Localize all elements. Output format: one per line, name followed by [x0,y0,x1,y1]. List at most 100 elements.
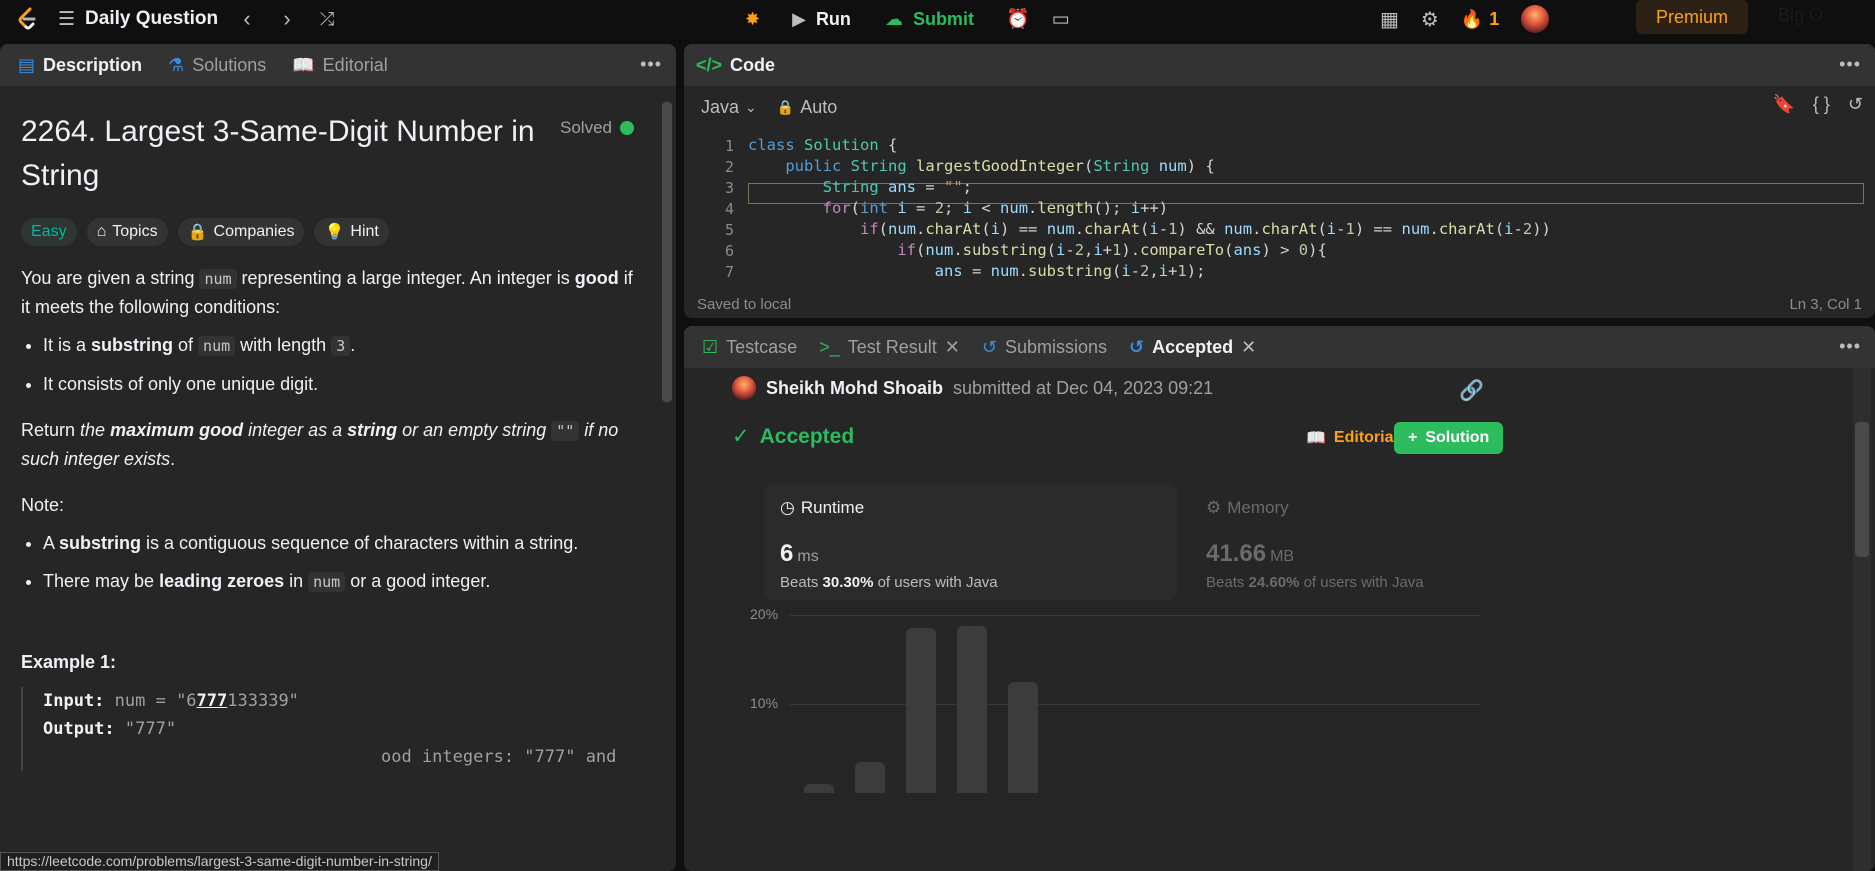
daily-question-button[interactable]: ☰ Daily Question [58,8,218,31]
editorial-label: Editorial [1333,429,1398,446]
list-item: A substring is a contiguous sequence of … [43,529,635,557]
daily-question-label: Daily Question [85,8,219,29]
description-body: 2264. Largest 3-Same-Digit Number in Str… [0,86,656,871]
topics-label: Topics [112,223,158,240]
y-tick-label: 20% [750,606,779,622]
shuffle-icon[interactable]: ⤮ [316,9,338,30]
tab-test-result[interactable]: >_ Test Result ✕ [819,337,960,358]
code-editor[interactable]: 1 2 3 4 5 6 7 class Solution { public St… [684,132,1875,292]
tab-accepted[interactable]: ↺ Accepted ✕ [1129,337,1256,358]
description-scrollbar[interactable] [662,102,672,402]
code-line-7: ans = num.substring(i-2,i+1); [934,262,1206,280]
avatar[interactable] [1521,5,1550,33]
alarm-icon[interactable]: ⏰ [1006,7,1030,31]
notes-list: A substring is a contiguous sequence of … [43,529,635,596]
previous-icon[interactable]: ‹ [236,6,258,32]
premium-button[interactable]: Premium [1636,0,1748,34]
list-item: There may be leading zeroes in num or a … [43,567,635,596]
link-icon[interactable]: 🔗 [1459,378,1484,403]
run-button[interactable]: ▶ Run [782,9,861,30]
memory-title: Memory [1227,498,1289,517]
description-tabs: ▤ Description ⚗ Solutions 📖 Editorial ••… [0,44,676,86]
line-number: 7 [724,263,734,281]
tab-submissions-label: Submissions [1004,336,1107,357]
solved-label: Solved [560,118,612,137]
runtime-unit: ms [797,548,819,565]
more-options-icon[interactable]: ••• [640,54,662,75]
fire-icon: 🔥 [1460,8,1484,29]
tab-description[interactable]: ▤ Description [18,55,142,76]
big-o-label[interactable]: Big O [1778,5,1823,26]
auto-label: Auto [800,96,838,117]
runtime-card[interactable]: ◷ Runtime 6 ms Beats 30.30% of users with … [764,484,1177,600]
more-options-icon[interactable]: ••• [1839,54,1861,75]
tab-editorial[interactable]: 📖 Editorial [292,55,387,76]
memory-beats: 24.60% [1248,574,1300,591]
note-icon[interactable]: ▭ [1052,8,1070,31]
run-label: Run [815,8,851,29]
note-label: Note: [21,495,65,515]
tab-testcase[interactable]: ☑ Testcase [702,337,797,358]
hint-chip[interactable]: 💡 Hint [314,218,389,246]
code-toolbar: Java ⌄ 🔒 Auto 🔖 { } ↺ [684,86,1875,128]
tab-solutions-label: Solutions [192,54,267,75]
bookmark-icon[interactable]: 🔖 [1772,94,1794,115]
streak-counter[interactable]: 🔥 1 [1461,9,1499,30]
streak-count: 1 [1489,8,1500,29]
history-icon: ↺ [1129,336,1145,357]
tag-icon: ⌂ [96,223,107,240]
editorial-button[interactable]: 📖 Editorial [1296,422,1408,454]
memory-value: 41.66 [1206,540,1267,567]
user-name[interactable]: Sheikh Mohd Shoaib [766,378,943,399]
leetcode-logo-icon[interactable] [14,6,40,32]
memory-unit: MB [1270,548,1295,565]
list-item: It consists of only one unique digit. [43,370,635,398]
companies-label: Companies [213,223,295,240]
next-icon[interactable]: › [276,6,298,32]
more-options-icon[interactable]: ••• [1839,336,1861,357]
code-line-1: class Solution { [748,136,898,154]
code-line-2: public String largestGoodInteger(String … [785,157,1215,175]
lock-icon: 🔒 [187,224,208,241]
close-icon[interactable]: ✕ [945,337,960,358]
language-label: Java [701,96,740,117]
tab-submissions[interactable]: ↺ Submissions [982,337,1107,358]
tab-accepted-label: Accepted [1152,336,1234,357]
code-line-5: if(num.charAt(i) == num.charAt(i-1) && n… [859,220,1551,238]
tab-solutions[interactable]: ⚗ Solutions [168,55,266,76]
line-number: 4 [724,200,734,218]
chart-bar [957,625,987,793]
settings-gear-icon[interactable]: ⚙ [1421,7,1439,32]
solution-button[interactable]: + Solution [1394,422,1504,454]
book-icon: 📖 [292,54,315,75]
tab-code[interactable]: </> Code [696,55,775,76]
top-bar: ☰ Daily Question ‹ › ⤮ ✸ ▶ Run ☁ Submit … [0,0,1875,38]
line-number: 5 [724,221,734,239]
reset-icon[interactable]: ↺ [1848,94,1863,115]
memory-card[interactable]: ⚙ Memory 41.66 MB Beats 24.60% of users wi… [1190,484,1603,600]
companies-chip[interactable]: 🔒 Companies [177,218,305,246]
accepted-status: ✓ Accepted [732,424,854,449]
avatar[interactable] [732,376,756,400]
problem-paragraph-1: You are given a string num representing … [21,268,633,317]
grid-line [790,704,1480,705]
result-scrollbar[interactable] [1855,422,1869,557]
problem-title[interactable]: 2264. Largest 3-Same-Digit Number in Str… [21,110,581,198]
problem-chips: Easy ⌂ Topics 🔒 Companies 💡 Hint [21,218,635,246]
example-heading: Example 1: [21,652,117,672]
play-icon: ▶ [792,8,806,29]
auto-mode[interactable]: 🔒 Auto [777,97,837,118]
submit-button[interactable]: ☁ Submit [875,9,984,30]
topics-chip[interactable]: ⌂ Topics [86,218,168,246]
code-line-3: String ans = ""; [822,178,973,196]
format-braces-icon[interactable]: { } [1813,94,1830,115]
debug-icon[interactable]: ✸ [745,9,760,30]
accepted-label: Accepted [759,424,855,448]
tab-testcase-label: Testcase [726,336,798,357]
language-select[interactable]: Java ⌄ [701,97,757,118]
lightbulb-icon: 💡 [324,224,345,241]
problem-paragraph-2: Return the maximum good integer as a str… [21,420,619,469]
layout-grid-icon[interactable]: ▦ [1380,7,1399,32]
cloud-upload-icon: ☁ [884,8,903,29]
close-icon[interactable]: ✕ [1241,337,1256,358]
